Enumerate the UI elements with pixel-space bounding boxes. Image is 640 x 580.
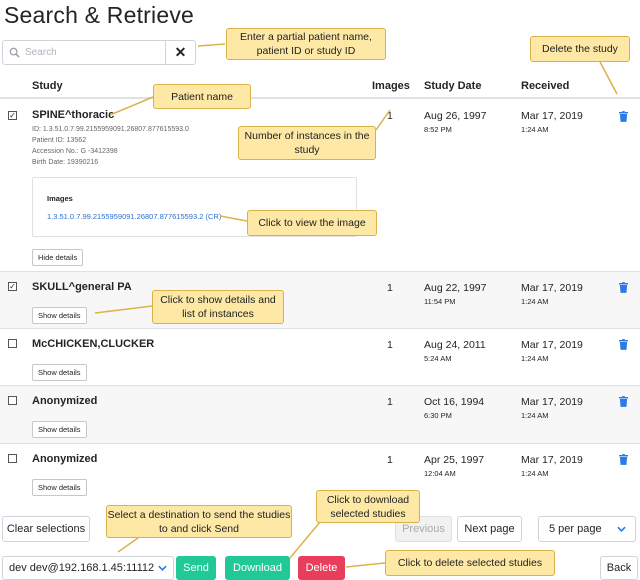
received-time: 1:24 AM: [521, 411, 549, 420]
images-count: 1: [387, 339, 393, 351]
received-date: Mar 17, 2019: [521, 339, 583, 351]
study-date: Aug 24, 2011: [424, 339, 486, 351]
study-time: 12:04 AM: [424, 469, 456, 478]
received-date: Mar 17, 2019: [521, 110, 583, 122]
next-page-button[interactable]: Next page: [457, 516, 522, 542]
received-time: 1:24 AM: [521, 354, 549, 363]
images-count: 1: [387, 282, 393, 294]
callout-send: Select a destination to send the studies…: [106, 505, 292, 538]
received-time: 1:24 AM: [521, 125, 549, 134]
received-time: 1:24 AM: [521, 469, 549, 478]
study-date: Aug 22, 1997: [424, 282, 487, 294]
show-details-button[interactable]: Show details: [32, 307, 87, 324]
back-button[interactable]: Back: [600, 556, 638, 580]
study-name: Anonymized: [32, 395, 98, 407]
page-title: Search & Retrieve: [4, 2, 195, 28]
received-date: Mar 17, 2019: [521, 454, 583, 466]
chevron-down-icon: [158, 565, 167, 571]
row-checkbox[interactable]: [8, 339, 17, 348]
row-checkbox[interactable]: ✓: [8, 111, 17, 120]
column-header-study: Study: [32, 80, 63, 92]
column-header-images: Images: [372, 80, 410, 92]
study-time: 6:30 PM: [424, 411, 452, 420]
received-date: Mar 17, 2019: [521, 396, 583, 408]
search-input[interactable]: [25, 47, 165, 58]
birth-date: Birth Date: 19390216: [32, 159, 99, 166]
images-count: 1: [387, 454, 393, 466]
callout-arrow: [197, 43, 226, 47]
trash-icon[interactable]: [619, 396, 628, 407]
study-name: Anonymized: [32, 453, 98, 465]
callout-delete-selected: Click to delete selected studies: [385, 550, 555, 576]
received-date: Mar 17, 2019: [521, 282, 583, 294]
delete-button[interactable]: Delete: [298, 556, 345, 580]
images-card-title: Images: [47, 194, 73, 203]
study-date: Aug 26, 1997: [424, 110, 487, 122]
per-page-select[interactable]: 5 per page: [538, 516, 636, 542]
study-id: ID: 1.3.51.0.7.99.2155959091.26807.87761…: [32, 126, 189, 133]
callout-arrow: [117, 537, 139, 553]
column-header-study-date: Study Date: [424, 80, 482, 92]
row-checkbox[interactable]: ✓: [8, 282, 17, 291]
trash-icon[interactable]: [619, 339, 628, 350]
hide-details-button[interactable]: Hide details: [32, 249, 84, 266]
received-time: 1:24 AM: [521, 297, 549, 306]
callout-show-details: Click to show details and list of instan…: [152, 290, 284, 324]
images-count: 1: [387, 396, 393, 408]
study-time: 11:54 PM: [424, 297, 456, 306]
clear-selections-button[interactable]: Clear selections: [2, 516, 90, 542]
search-icon: [3, 41, 25, 64]
trash-icon[interactable]: [619, 454, 628, 465]
show-details-button[interactable]: Show details: [32, 421, 87, 438]
send-button[interactable]: Send: [176, 556, 216, 580]
callout-search: Enter a partial patient name, patient ID…: [226, 28, 386, 60]
per-page-value: 5 per page: [549, 523, 602, 535]
callout-delete-study: Delete the study: [530, 36, 630, 62]
show-details-button[interactable]: Show details: [32, 364, 87, 381]
callout-view-image: Click to view the image: [247, 210, 377, 236]
clear-search-button[interactable]: ✕: [165, 41, 195, 64]
callout-patient-name: Patient name: [153, 84, 251, 109]
trash-icon[interactable]: [619, 282, 628, 293]
download-button[interactable]: Download: [225, 556, 290, 580]
images-count: 1: [387, 110, 393, 122]
callout-arrow: [599, 61, 618, 95]
callout-instances: Number of instances in the study: [238, 126, 376, 160]
study-date: Oct 16, 1994: [424, 396, 485, 408]
image-link[interactable]: 1.3.51.0.7.99.2155959091.26807.877615593…: [47, 212, 221, 221]
callout-arrow: [289, 521, 321, 559]
row-checkbox[interactable]: [8, 454, 17, 463]
study-date: Apr 25, 1997: [424, 454, 485, 466]
chevron-down-icon: [617, 526, 626, 532]
callout-download: Click to download selected studies: [316, 490, 420, 523]
column-header-received: Received: [521, 80, 570, 92]
study-name: McCHICKEN,CLUCKER: [32, 338, 155, 350]
search-box: ✕: [2, 40, 196, 65]
destination-value: dev dev@192.168.1.45:11112: [9, 562, 155, 574]
callout-arrow: [345, 562, 386, 568]
show-details-button[interactable]: Show details: [32, 479, 87, 496]
row-checkbox[interactable]: [8, 396, 17, 405]
study-time: 5:24 AM: [424, 354, 452, 363]
study-row: Anonymized 1 Oct 16, 1994 6:30 PM Mar 17…: [0, 385, 640, 443]
destination-select[interactable]: dev dev@192.168.1.45:11112: [2, 556, 174, 580]
accession-number: Accession No.: G -3412398: [32, 148, 118, 155]
trash-icon[interactable]: [619, 111, 628, 122]
patient-id: Patient ID: 13562: [32, 137, 87, 144]
study-time: 8:52 PM: [424, 125, 452, 134]
study-name: SKULL^general PA: [32, 281, 132, 293]
study-name: SPINE^thoracic: [32, 109, 115, 121]
study-row: McCHICKEN,CLUCKER 1 Aug 24, 2011 5:24 AM…: [0, 328, 640, 385]
study-row: ✓ SKULL^general PA 1 Aug 22, 1997 11:54 …: [0, 271, 640, 328]
